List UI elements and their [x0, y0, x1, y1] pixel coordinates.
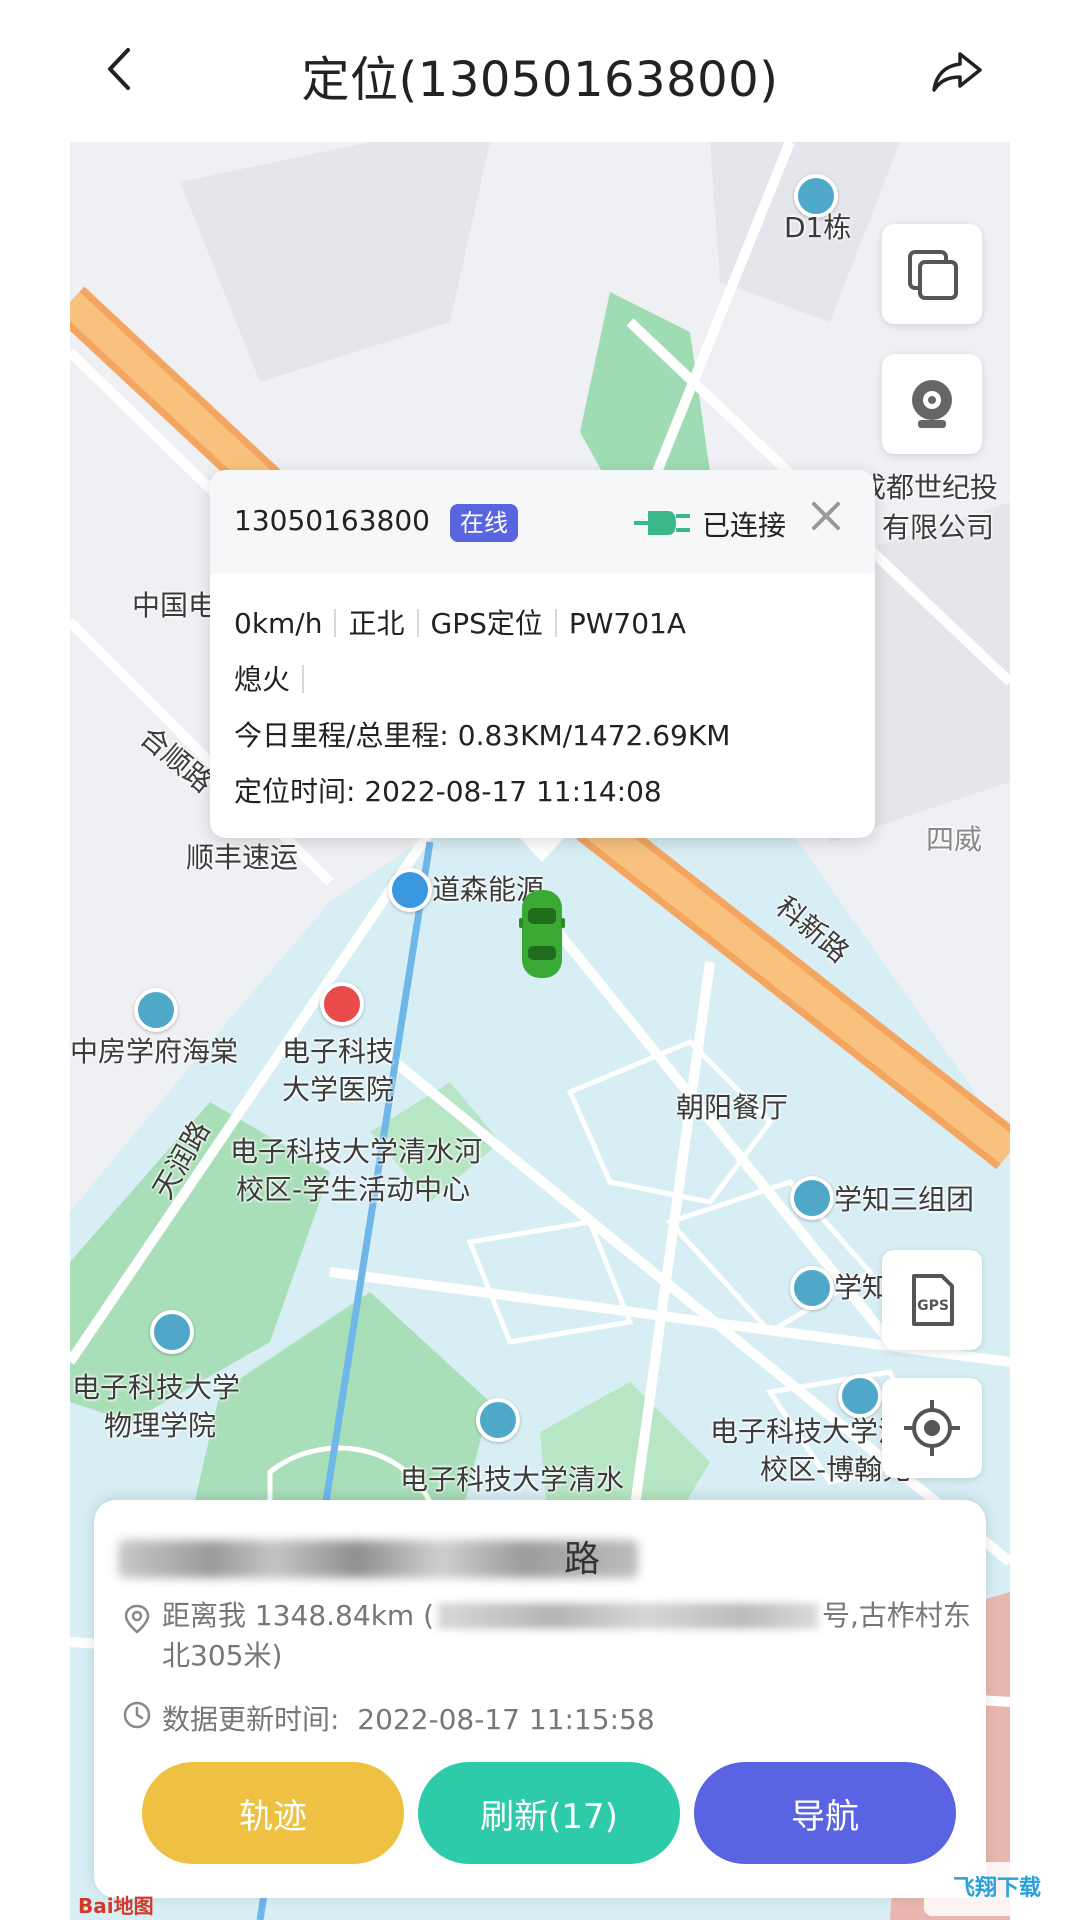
hospital-poi-icon	[320, 982, 364, 1026]
clock-icon	[123, 1701, 151, 1729]
map-label-cdsj: 成都世纪投	[858, 471, 999, 504]
mileage-label: 今日里程/总里程:	[234, 719, 449, 752]
location-time-label: 定位时间:	[234, 775, 356, 808]
device-info-popup: 13050163800 在线 已连接 0km/h 正北 GPS定位 PW701A 熄火…	[210, 470, 875, 838]
ignition-status: 熄火	[234, 663, 291, 696]
webcam-icon	[912, 380, 952, 428]
map-label-qingshui-2: 校区-学生活动中心	[236, 1173, 471, 1206]
map-label-physics-1: 电子科技大学	[72, 1371, 241, 1404]
chevron-left-icon	[108, 48, 130, 90]
map-label-physics-2: 物理学院	[104, 1409, 217, 1442]
map-label-hospital-1: 电子科技	[282, 1035, 395, 1068]
layers-button[interactable]	[882, 224, 982, 324]
close-icon[interactable]	[808, 498, 844, 534]
distance-info: 距离我 1348.84km (号,古柞村东北305米)	[162, 1596, 982, 1676]
share-icon	[932, 52, 982, 92]
building-poi-icon-2	[476, 1398, 520, 1442]
back-button[interactable]	[96, 44, 146, 94]
refresh-button[interactable]: 刷新(17)	[418, 1762, 680, 1864]
map-label-chaoyang: 朝阳餐厅	[676, 1091, 789, 1124]
connection-status: 已连接	[702, 509, 787, 542]
map-label-qingshui-3: 电子科技大学清水	[400, 1463, 625, 1496]
separator	[334, 609, 337, 637]
locate-me-button[interactable]	[882, 1378, 982, 1478]
map-label-hospital-2: 大学医院	[282, 1073, 395, 1106]
update-label: 数据更新时间:	[162, 1703, 340, 1736]
map-label-shunfeng: 顺丰速运	[186, 841, 299, 874]
layers-icon	[908, 250, 958, 300]
track-button[interactable]: 轨迹	[142, 1762, 404, 1864]
ignition-line: 熄火	[234, 658, 316, 698]
location-time-line: 定位时间: 2022-08-17 11:14:08	[234, 770, 662, 810]
separator	[302, 665, 305, 693]
location-page: 定位(13050163800) D1栋 成都世纪投 有限公司 中国电 合顺路 顺…	[0, 0, 1080, 1920]
map-label-zhongguo: 中国电	[132, 589, 217, 622]
location-pin-icon	[124, 1604, 150, 1634]
device-model: PW701A	[568, 607, 687, 640]
navigate-button[interactable]: 导航	[694, 1762, 956, 1864]
residence-poi-icon-4	[838, 1374, 882, 1418]
gps-sd-icon: GPS	[912, 1274, 954, 1326]
baidu-map-logo: Bai地图	[78, 1894, 154, 1918]
residence-poi-icon-2	[790, 1176, 834, 1220]
update-value: 2022-08-17 11:15:58	[357, 1703, 655, 1736]
speed: 0km/h	[234, 607, 323, 640]
separator	[554, 609, 557, 637]
distance-prefix: 距离我 1348.84km (	[162, 1599, 435, 1632]
address-redacted	[118, 1540, 638, 1578]
location-detail-panel: 路 距离我 1348.84km (号,古柞村东北305米) 数据更新时间: 20…	[94, 1500, 986, 1898]
top-bar: 定位(13050163800)	[0, 0, 1080, 140]
redacted-text	[438, 1603, 819, 1629]
device-id: 13050163800	[234, 504, 430, 537]
gps-label: GPS	[917, 1298, 949, 1314]
plug-connected-icon	[634, 511, 690, 535]
map-label-qingshui-1: 电子科技大学清水河	[230, 1135, 483, 1168]
status-line: 0km/h 正北 GPS定位 PW701A	[234, 602, 686, 642]
residence-poi-icon-3	[790, 1266, 834, 1310]
location-mode: GPS定位	[430, 607, 543, 640]
map-label-d1: D1栋	[784, 211, 852, 244]
direction: 正北	[348, 607, 405, 640]
mileage-value: 0.83KM/1472.69KM	[457, 719, 731, 752]
page-title: 定位(13050163800)	[301, 52, 779, 108]
car-marker-icon[interactable]	[519, 888, 565, 980]
crosshair-icon	[904, 1400, 960, 1456]
school-poi-icon	[150, 1310, 194, 1354]
residence-poi-icon	[134, 988, 178, 1032]
address-tail: 路	[564, 1539, 601, 1580]
camera-button[interactable]	[882, 354, 982, 454]
map-label-xuezhi-1: 学知三组团	[834, 1183, 975, 1216]
online-status-badge: 在线	[450, 504, 518, 542]
map-label-siwei: 四威	[926, 823, 983, 856]
gas-station-poi-icon	[388, 868, 432, 912]
update-time: 数据更新时间: 2022-08-17 11:15:58	[162, 1698, 655, 1738]
popup-header: 13050163800 在线 已连接	[210, 470, 875, 574]
location-time-value: 2022-08-17 11:14:08	[364, 775, 662, 808]
site-watermark: 飞翔下载	[924, 1862, 1070, 1916]
separator	[416, 609, 419, 637]
map-label-youxian: 有限公司	[882, 511, 995, 544]
share-button[interactable]	[930, 46, 986, 96]
gps-mode-button[interactable]: GPS	[882, 1250, 982, 1350]
map-label-fangfu: 中房学府海棠	[70, 1035, 239, 1068]
mileage-line: 今日里程/总里程: 0.83KM/1472.69KM	[234, 714, 730, 754]
popup-pointer	[518, 836, 566, 862]
